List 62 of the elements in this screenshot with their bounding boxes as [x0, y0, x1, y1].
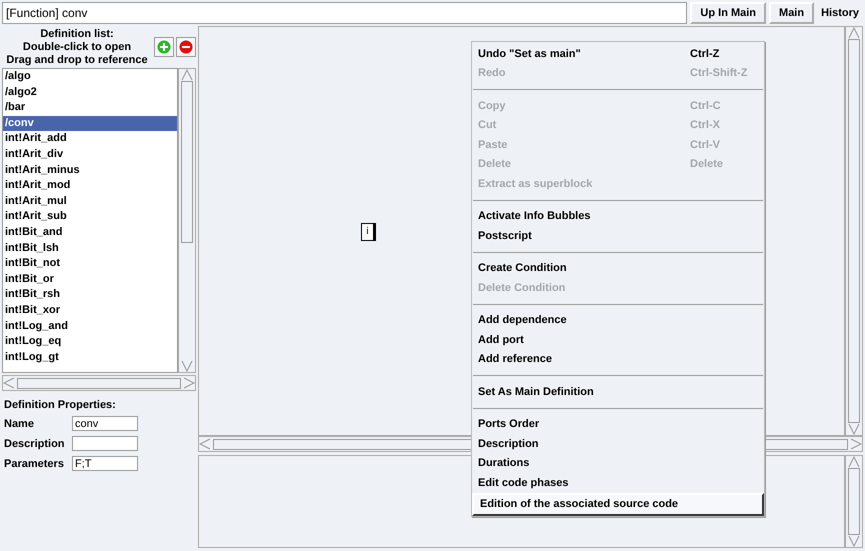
remove-button[interactable] [176, 37, 196, 57]
minus-icon [179, 40, 193, 54]
list-item[interactable]: int!Bit_rsh [3, 287, 177, 303]
menu-item[interactable]: Description [472, 434, 764, 454]
list-item[interactable]: int!Log_eq [3, 334, 177, 350]
list-item[interactable]: int!Bit_not [3, 256, 177, 272]
field-label: Name [3, 418, 35, 430]
list-item[interactable]: /conv [3, 116, 177, 132]
menu-item[interactable]: Edition of the associated source code [472, 492, 764, 516]
scroll-up-icon[interactable] [848, 456, 860, 468]
menu-item[interactable]: Add reference [472, 350, 764, 369]
scroll-left-icon[interactable] [199, 438, 211, 450]
scroll-down-icon[interactable] [848, 423, 860, 435]
menu-item[interactable]: Edit code phases [472, 473, 764, 492]
list-item[interactable]: int!Arit_sub [3, 209, 177, 225]
menu-item[interactable]: Undo "Set as main" Ctrl-Z [472, 44, 764, 64]
scroll-up-icon[interactable] [848, 27, 860, 39]
list-item[interactable]: int!Arit_minus [3, 162, 177, 178]
definition-list-header: Definition list: Double-click to open Drag and drop to reference [5, 28, 149, 66]
property-field[interactable]: F;T [72, 456, 138, 471]
vertical-scrollbar[interactable] [178, 68, 196, 373]
horizontal-scrollbar[interactable] [2, 375, 196, 391]
scroll-down-icon[interactable] [848, 535, 860, 547]
scroll-right-icon[interactable] [850, 438, 862, 450]
list-item[interactable]: /algo2 [3, 84, 177, 100]
menu-item[interactable]: Create Condition [472, 258, 764, 278]
toolbar-button[interactable]: Up In Main [690, 2, 766, 24]
diagram-node[interactable]: i [361, 223, 374, 241]
menu-item[interactable]: Postscript [472, 226, 764, 246]
list-item[interactable]: int!Log_and [3, 318, 177, 334]
list-item[interactable]: /algo [3, 69, 177, 85]
list-item[interactable]: int!Arit_div [3, 146, 177, 163]
add-button[interactable] [154, 37, 174, 57]
menu-item[interactable]: Add dependence [472, 310, 764, 330]
field-label: Description [3, 438, 66, 450]
scroll-right-icon[interactable] [183, 377, 195, 389]
list-item[interactable]: int!Bit_lsh [3, 240, 177, 256]
list-item[interactable]: int!Bit_and [3, 224, 177, 241]
toolbar-button[interactable]: Main [769, 2, 814, 24]
property-field[interactable] [72, 436, 138, 451]
list-item[interactable]: int!Bit_xor [3, 302, 177, 318]
path-field[interactable]: [Function] conv [2, 2, 688, 24]
plus-icon [157, 40, 171, 54]
scroll-up-icon[interactable] [181, 69, 193, 81]
menu-item[interactable]: Activate Info Bubbles [472, 206, 764, 226]
vertical-scrollbar[interactable] [845, 455, 863, 548]
list-item[interactable]: int!Arit_mul [3, 194, 177, 210]
list-item[interactable]: int!Bit_or [3, 272, 177, 288]
menu-item[interactable]: Ports Order [472, 414, 764, 434]
list-item[interactable]: int!Arit_add [3, 131, 177, 147]
list-item[interactable]: int!Log_gt [3, 350, 177, 366]
list-item[interactable]: int!Arit_mod [3, 178, 177, 194]
vertical-scrollbar[interactable] [845, 26, 863, 436]
list-item[interactable]: /bar [3, 100, 177, 116]
field-label: Parameters [3, 458, 65, 470]
menu-item[interactable]: Durations [472, 454, 764, 473]
scroll-left-icon[interactable] [3, 377, 15, 389]
property-field[interactable]: conv [72, 416, 138, 431]
menu-item[interactable]: Set As Main Definition [472, 382, 764, 402]
properties-title: Definition Properties: [4, 399, 117, 411]
menu-item[interactable]: Add port [472, 330, 764, 350]
scroll-down-icon[interactable] [181, 360, 193, 372]
